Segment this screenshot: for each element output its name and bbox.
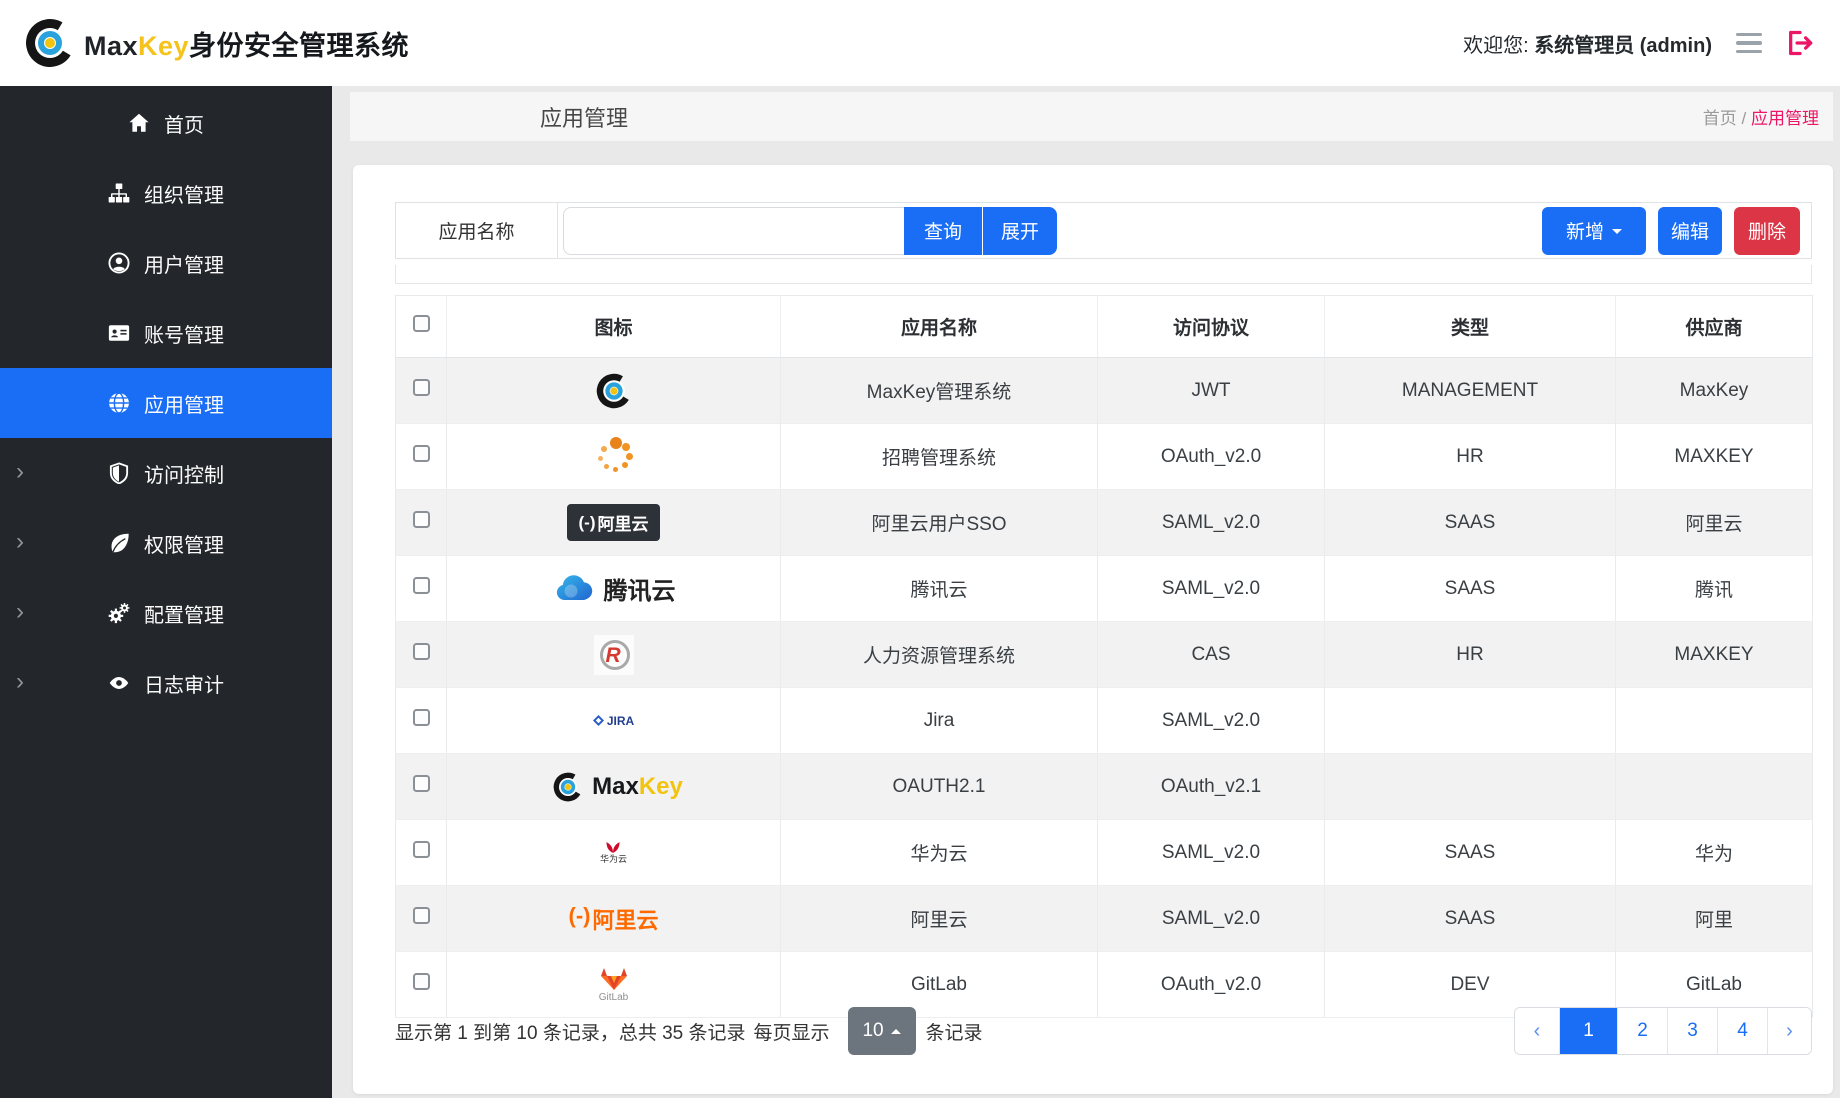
col-app-name: 应用名称 — [781, 296, 1098, 358]
breadcrumb-home[interactable]: 首页 — [1703, 109, 1737, 128]
sidebar-item-access[interactable]: 访问控制 — [0, 438, 332, 508]
app-name-search-input[interactable] — [563, 207, 904, 255]
logout-icon[interactable] — [1786, 29, 1814, 57]
table-toolbar-strip — [395, 265, 1812, 284]
aliyun-orange-logo-icon: (-)阿里云 — [569, 903, 659, 935]
table-row: 腾讯云 腾讯云 SAML_v2.0 SAAS 腾讯 — [396, 556, 1813, 622]
expand-button[interactable]: 展开 — [983, 207, 1057, 255]
sidebar-item-audit[interactable]: 日志审计 — [0, 648, 332, 718]
sidebar-nav: 首页 组织管理 用户管理 账号管理 应用管理 访问控制 权限管理 配置管理 日志… — [0, 86, 332, 1098]
breadcrumb-current: 应用管理 — [1751, 109, 1819, 128]
record-summary: 显示第 1 到第 10 条记录，总共 35 条记录 — [395, 1018, 746, 1045]
sidebar-item-account[interactable]: 账号管理 — [0, 298, 332, 368]
edit-button[interactable]: 编辑 — [1658, 207, 1722, 255]
col-vendor: 供应商 — [1616, 296, 1813, 358]
brand-title: MaxKey身份安全管理系统 — [84, 24, 409, 63]
huawei-cloud-logo-icon: 华为云 — [600, 841, 627, 864]
user-circle-icon — [108, 252, 130, 274]
sidebar-item-config[interactable]: 配置管理 — [0, 578, 332, 648]
page-size-dropdown[interactable]: 10 — [848, 1007, 916, 1055]
sidebar-item-permission[interactable]: 权限管理 — [0, 508, 332, 578]
select-all-cell — [396, 296, 447, 358]
sidebar-item-home[interactable]: 首页 — [0, 88, 332, 158]
maxkey-mini-logo-icon — [596, 373, 631, 408]
row-checkbox[interactable] — [413, 445, 430, 462]
table-footer: 显示第 1 到第 10 条记录，总共 35 条记录 每页显示 10 条记录 ‹ … — [395, 1005, 1812, 1057]
table-row: MaxKey管理系统 JWT MANAGEMENT MaxKey — [396, 358, 1813, 424]
next-page-button[interactable]: › — [1767, 1008, 1811, 1054]
table-row: 华为云 华为云 SAML_v2.0 SAAS 华为 — [396, 820, 1813, 886]
sidebar-item-user[interactable]: 用户管理 — [0, 228, 332, 298]
col-category: 类型 — [1325, 296, 1616, 358]
content-card: 应用名称 查询 展开 新增 编辑 删除 图标 应用名称 访问协议 类型 供应商 — [353, 165, 1833, 1094]
query-button[interactable]: 查询 — [904, 207, 982, 255]
col-protocol: 访问协议 — [1098, 296, 1325, 358]
row-checkbox[interactable] — [413, 775, 430, 792]
chevron-right-icon — [16, 460, 24, 484]
row-checkbox[interactable] — [413, 511, 430, 528]
brand: MaxKey身份安全管理系统 — [26, 19, 409, 67]
search-toolbar: 应用名称 查询 展开 新增 编辑 删除 — [395, 202, 1812, 259]
chevron-right-icon — [16, 530, 24, 554]
select-all-checkbox[interactable] — [413, 315, 430, 332]
applications-table: 图标 应用名称 访问协议 类型 供应商 MaxKey管理系统 JWT MANAG… — [395, 295, 1812, 1018]
row-checkbox[interactable] — [413, 973, 430, 990]
pagination: ‹ 1 2 3 4 › — [1514, 1007, 1812, 1055]
search-field-label: 应用名称 — [396, 203, 558, 258]
table-row: (-)阿里云 阿里云 SAML_v2.0 SAAS 阿里 — [396, 886, 1813, 952]
gears-icon — [108, 602, 130, 624]
row-checkbox[interactable] — [413, 643, 430, 660]
page-button-1[interactable]: 1 — [1559, 1008, 1617, 1054]
gitlab-logo-icon: GitLab — [599, 967, 628, 1003]
page-button-4[interactable]: 4 — [1717, 1008, 1767, 1054]
caret-up-icon — [891, 1024, 901, 1034]
row-checkbox[interactable] — [413, 907, 430, 924]
prev-page-button[interactable]: ‹ — [1515, 1008, 1559, 1054]
row-checkbox[interactable] — [413, 577, 430, 594]
chevron-right-icon — [16, 670, 24, 694]
jira-logo-icon: JIRA — [593, 714, 634, 728]
col-icon: 图标 — [447, 296, 781, 358]
sidebar-item-apps[interactable]: 应用管理 — [0, 368, 332, 438]
chevron-right-icon — [16, 600, 24, 624]
per-page-label: 每页显示 — [754, 1018, 830, 1045]
hr-system-logo-icon: R — [594, 635, 634, 675]
row-checkbox[interactable] — [413, 709, 430, 726]
breadcrumb: 首页 / 应用管理 — [1703, 104, 1819, 129]
page-title: 应用管理 — [540, 101, 628, 133]
welcome-text: 欢迎您: 系统管理员 (admin) — [1463, 29, 1712, 58]
eye-icon — [108, 672, 130, 694]
maxkey-full-logo-icon: MaxKey — [544, 763, 683, 811]
table-header-row: 图标 应用名称 访问协议 类型 供应商 — [396, 296, 1813, 358]
caret-down-icon — [1612, 229, 1622, 239]
globe-icon — [108, 392, 130, 414]
menu-toggle-icon[interactable] — [1736, 33, 1762, 53]
row-checkbox[interactable] — [413, 841, 430, 858]
home-icon — [128, 112, 150, 134]
per-page-suffix: 条记录 — [926, 1018, 983, 1045]
add-button[interactable]: 新增 — [1542, 207, 1646, 255]
leaf-icon — [108, 532, 130, 554]
page-title-bar: 应用管理 首页 / 应用管理 — [350, 92, 1833, 141]
shield-icon — [108, 462, 130, 484]
aliyun-dark-logo-icon: (-)阿里云 — [567, 504, 661, 541]
sidebar-item-org[interactable]: 组织管理 — [0, 158, 332, 228]
id-card-icon — [108, 322, 130, 344]
table-row: 招聘管理系统 OAuth_v2.0 HR MAXKEY — [396, 424, 1813, 490]
spinner-dots-logo-icon — [592, 435, 636, 479]
table-row: R 人力资源管理系统 CAS HR MAXKEY — [396, 622, 1813, 688]
table-row: (-)阿里云 阿里云用户SSO SAML_v2.0 SAAS 阿里云 — [396, 490, 1813, 556]
sitemap-icon — [108, 182, 130, 204]
maxkey-logo-icon — [26, 19, 74, 67]
tencent-cloud-logo-icon: 腾讯云 — [552, 571, 676, 606]
delete-button[interactable]: 删除 — [1734, 207, 1800, 255]
table-row: MaxKey OAUTH2.1 OAuth_v2.1 — [396, 754, 1813, 820]
top-header: MaxKey身份安全管理系统 欢迎您: 系统管理员 (admin) — [0, 0, 1840, 86]
current-username: 系统管理员 (admin) — [1534, 35, 1712, 57]
page-button-3[interactable]: 3 — [1667, 1008, 1717, 1054]
row-checkbox[interactable] — [413, 379, 430, 396]
page-button-2[interactable]: 2 — [1617, 1008, 1667, 1054]
table-row: JIRA Jira SAML_v2.0 — [396, 688, 1813, 754]
